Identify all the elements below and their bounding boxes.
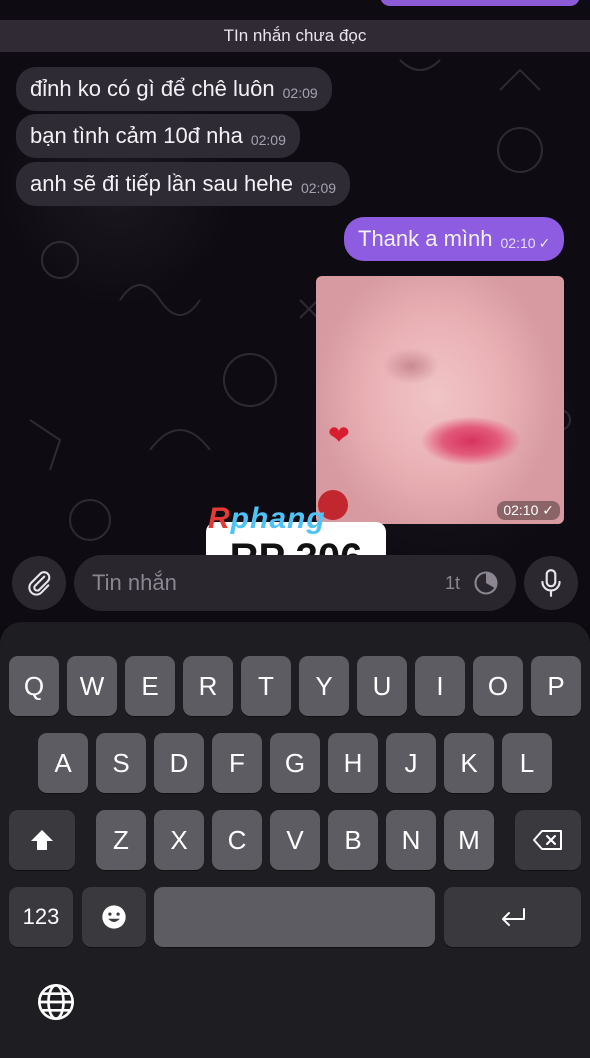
key-w[interactable]: W <box>67 656 117 716</box>
key-b[interactable]: B <box>328 810 378 870</box>
unread-banner-label: TIn nhắn chưa đọc <box>223 26 367 45</box>
microphone-icon <box>541 569 561 597</box>
key-j[interactable]: J <box>386 733 436 793</box>
return-arrow-icon <box>501 908 525 926</box>
message-input[interactable]: Tin nhắn 1t <box>74 555 516 611</box>
key-e[interactable]: E <box>125 656 175 716</box>
message-time: 02:10 <box>500 235 536 251</box>
key-v[interactable]: V <box>270 810 320 870</box>
key-p[interactable]: P <box>531 656 581 716</box>
message-input-placeholder: Tin nhắn <box>92 570 177 595</box>
shift-arrow-icon <box>31 830 53 850</box>
message-bubble-outgoing[interactable]: Thank a mình 02:10 ✓ <box>344 217 565 261</box>
watermark-logo: Rphang <box>208 502 326 535</box>
message-bubble-incoming[interactable]: đỉnh ko có gì để chê luôn 02:09 <box>16 67 332 111</box>
key-a[interactable]: A <box>38 733 88 793</box>
key-i[interactable]: I <box>415 656 465 716</box>
key-z[interactable]: Z <box>96 810 146 870</box>
emoji-key[interactable] <box>82 887 146 947</box>
message-text: đỉnh ko có gì để chê luôn <box>30 76 275 101</box>
language-switch-key[interactable] <box>36 982 76 1022</box>
return-key[interactable] <box>444 887 581 947</box>
key-s[interactable]: S <box>96 733 146 793</box>
globe-icon <box>38 984 74 1020</box>
emoji-icon <box>102 905 126 929</box>
key-k[interactable]: K <box>444 733 494 793</box>
key-y[interactable]: Y <box>299 656 349 716</box>
key-c[interactable]: C <box>212 810 262 870</box>
space-key[interactable] <box>154 887 435 947</box>
backspace-icon <box>533 830 562 850</box>
key-q[interactable]: Q <box>9 656 59 716</box>
photo-message[interactable]: ❤ 02:10 ✓ <box>316 276 564 524</box>
on-screen-keyboard: Q W E R T Y U I O P A S D F G H J K L Z … <box>0 622 590 1058</box>
message-time: 02:09 <box>300 180 337 196</box>
message-text: anh sẽ đi tiếp lần sau hehe <box>30 171 293 196</box>
heart-icon: ❤ <box>328 420 350 450</box>
message-text: bạn tình cảm 10đ nha <box>30 123 243 148</box>
key-d[interactable]: D <box>154 733 204 793</box>
unread-messages-banner: TIn nhắn chưa đọc <box>0 20 590 52</box>
message-time: 02:09 <box>250 132 286 148</box>
numbers-key[interactable]: 123 <box>9 887 73 947</box>
backspace-key[interactable] <box>515 810 581 870</box>
key-h[interactable]: H <box>328 733 378 793</box>
key-m[interactable]: M <box>444 810 494 870</box>
shift-key[interactable] <box>9 810 75 870</box>
key-o[interactable]: O <box>473 656 523 716</box>
message-bubble-incoming[interactable]: bạn tình cảm 10đ nha 02:09 <box>16 114 300 158</box>
previous-outgoing-bubble <box>380 0 580 6</box>
key-x[interactable]: X <box>154 810 204 870</box>
photo-time: 02:10 ✓ <box>497 501 560 520</box>
self-destruct-timer-label: 1t <box>444 572 460 593</box>
key-n[interactable]: N <box>386 810 436 870</box>
read-check-icon: ✓ <box>538 234 551 251</box>
key-t[interactable]: T <box>241 656 291 716</box>
key-l[interactable]: L <box>502 733 552 793</box>
message-text: Thank a mình <box>358 226 493 251</box>
key-r[interactable]: R <box>183 656 233 716</box>
key-g[interactable]: G <box>270 733 320 793</box>
message-time: 02:09 <box>282 85 318 101</box>
paperclip-icon <box>28 571 51 596</box>
attach-button[interactable] <box>12 556 66 610</box>
timer-icon[interactable] <box>472 569 500 597</box>
voice-record-button[interactable] <box>524 556 578 610</box>
message-bubble-incoming[interactable]: anh sẽ đi tiếp lần sau hehe 02:09 <box>16 162 351 206</box>
key-u[interactable]: U <box>357 656 407 716</box>
key-f[interactable]: F <box>212 733 262 793</box>
